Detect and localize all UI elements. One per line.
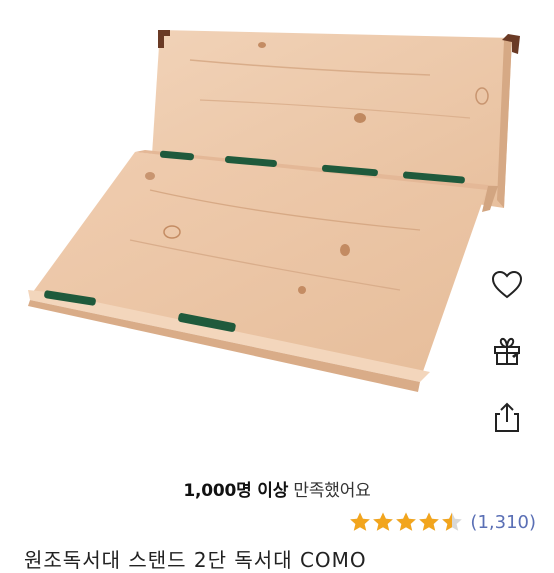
satisfaction-count: 1,000명 이상 bbox=[183, 481, 289, 501]
star-icon bbox=[419, 512, 440, 531]
product-title: 원조독서대 스탠드 2단 독서대 COMO bbox=[24, 548, 367, 572]
star-icon bbox=[350, 512, 371, 531]
star-icon bbox=[373, 512, 394, 531]
wishlist-button[interactable] bbox=[484, 262, 530, 308]
gift-icon bbox=[494, 337, 520, 365]
satisfaction-text: 1,000명 이상 만족했어요 bbox=[0, 476, 554, 501]
satisfaction-suffix: 만족했어요 bbox=[293, 481, 371, 501]
review-count-link[interactable]: (1,310) bbox=[470, 512, 536, 533]
star-rating bbox=[349, 511, 464, 533]
star-icon bbox=[396, 512, 417, 531]
heart-icon bbox=[491, 270, 523, 299]
share-icon bbox=[495, 402, 519, 432]
gift-button[interactable] bbox=[484, 328, 530, 374]
rating-row[interactable]: (1,310) bbox=[349, 508, 536, 536]
book-stand-illustration bbox=[28, 30, 520, 392]
star-icon bbox=[442, 512, 463, 531]
product-image[interactable] bbox=[0, 0, 554, 460]
share-button[interactable] bbox=[484, 394, 530, 440]
